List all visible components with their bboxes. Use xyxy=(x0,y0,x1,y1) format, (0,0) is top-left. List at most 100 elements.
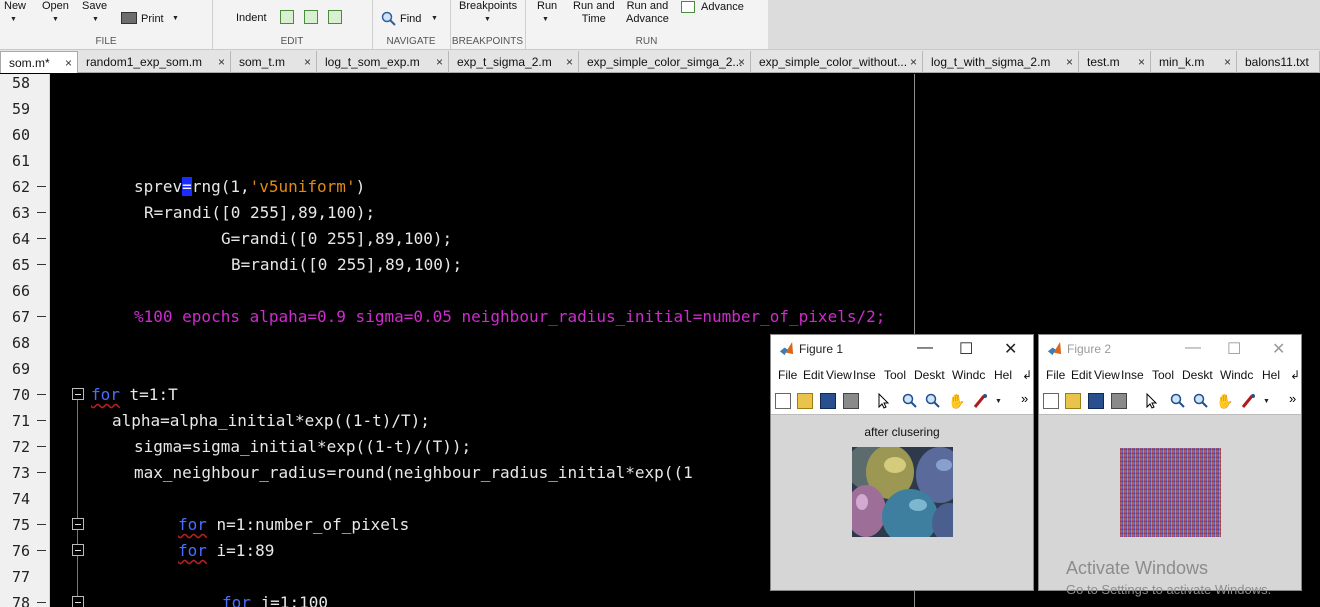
code-line-75[interactable]: for n=1:number_of_pixels xyxy=(178,515,409,534)
fold-toggle-icon[interactable] xyxy=(72,544,84,556)
new-button[interactable]: New xyxy=(4,0,26,13)
minimize-icon[interactable]: — xyxy=(917,339,933,357)
zoom-out-icon[interactable] xyxy=(925,393,941,409)
figure-2-window[interactable]: Figure 2 — ☐ ✕ File Edit View Inse Tool … xyxy=(1038,334,1302,591)
print-button[interactable]: Print xyxy=(141,13,164,26)
close-icon[interactable]: × xyxy=(910,51,917,73)
breakpoint-marker[interactable] xyxy=(37,316,46,317)
smart-indent-icon[interactable] xyxy=(280,10,294,24)
open-file-icon[interactable] xyxy=(797,393,813,409)
dropdown-arrow-icon[interactable]: ▼ xyxy=(1263,398,1270,405)
new-figure-icon[interactable] xyxy=(775,393,791,409)
close-icon[interactable]: × xyxy=(436,51,443,73)
open-button[interactable]: Open xyxy=(42,0,69,13)
menu-desktop[interactable]: Deskt xyxy=(1182,368,1213,382)
breakpoint-marker[interactable] xyxy=(37,186,46,187)
tab-som-t[interactable]: som_t.m × xyxy=(231,51,317,73)
toolbar-overflow-icon[interactable]: » xyxy=(1021,391,1028,406)
tab-som-m[interactable]: som.m* × xyxy=(0,51,78,73)
open-dropdown-icon[interactable]: ▼ xyxy=(52,16,59,23)
code-line-62[interactable]: sprev=rng(1,'v5uniform') xyxy=(134,177,365,196)
new-figure-icon[interactable] xyxy=(1043,393,1059,409)
run-dropdown-icon[interactable]: ▼ xyxy=(542,16,549,23)
code-line-70[interactable]: for t=1:T xyxy=(91,385,178,404)
breakpoint-marker[interactable] xyxy=(37,472,46,473)
pointer-icon[interactable] xyxy=(875,393,891,409)
minimize-icon[interactable]: — xyxy=(1185,339,1201,357)
print-dropdown-icon[interactable]: ▼ xyxy=(172,15,179,22)
close-icon[interactable]: × xyxy=(1066,51,1073,73)
code-line-64[interactable]: G=randi([0 255],89,100); xyxy=(221,229,452,248)
tab-exp-simple-color-without[interactable]: exp_simple_color_without... × xyxy=(751,51,923,73)
open-file-icon[interactable] xyxy=(1065,393,1081,409)
code-line-78[interactable]: for j=1:100 xyxy=(222,593,328,607)
indent-less-icon[interactable] xyxy=(328,10,342,24)
menu-window[interactable]: Windc xyxy=(1220,368,1253,382)
code-line-71[interactable]: alpha=alpha_initial*exp((1-t)/T); xyxy=(112,411,430,430)
close-icon[interactable]: × xyxy=(1138,51,1145,73)
tab-test-m[interactable]: test.m × xyxy=(1079,51,1151,73)
menu-file[interactable]: File xyxy=(778,368,797,382)
close-icon[interactable]: × xyxy=(304,51,311,73)
menu-edit[interactable]: Edit xyxy=(1071,368,1092,382)
run-and-advance-button[interactable]: Run and Advance xyxy=(626,0,669,26)
dropdown-arrow-icon[interactable]: ▼ xyxy=(995,398,1002,405)
breakpoint-marker[interactable] xyxy=(37,602,46,603)
menu-view[interactable]: View xyxy=(826,368,852,382)
close-icon[interactable]: × xyxy=(1224,51,1231,73)
tab-min-k-m[interactable]: min_k.m × xyxy=(1151,51,1237,73)
figure-1-titlebar[interactable]: Figure 1 — ☐ ✕ xyxy=(771,335,1033,363)
pointer-icon[interactable] xyxy=(1143,393,1159,409)
toolbar-overflow-icon[interactable]: » xyxy=(1289,391,1296,406)
find-dropdown-icon[interactable]: ▼ xyxy=(431,15,438,22)
breakpoint-marker[interactable] xyxy=(37,420,46,421)
close-icon[interactable]: ✕ xyxy=(1004,339,1017,359)
fold-toggle-icon[interactable] xyxy=(72,596,84,607)
fold-toggle-icon[interactable] xyxy=(72,518,84,530)
breakpoint-marker[interactable] xyxy=(37,524,46,525)
save-dropdown-icon[interactable]: ▼ xyxy=(92,16,99,23)
indent-more-icon[interactable] xyxy=(304,10,318,24)
save-button[interactable]: Save xyxy=(82,0,107,13)
menu-overflow-icon[interactable]: ↲ xyxy=(1290,368,1300,382)
tab-balons11-txt[interactable]: balons11.txt xyxy=(1237,51,1320,73)
close-icon[interactable]: × xyxy=(65,52,72,73)
indent-button[interactable]: Indent xyxy=(236,12,267,25)
menu-window[interactable]: Windc xyxy=(952,368,985,382)
figure-1-window[interactable]: Figure 1 — ☐ ✕ File Edit View Inse Tool … xyxy=(770,334,1034,591)
zoom-in-icon[interactable] xyxy=(1170,393,1186,409)
pan-icon[interactable]: ✋ xyxy=(948,393,965,409)
menu-insert[interactable]: Inse xyxy=(853,368,876,382)
breakpoint-marker[interactable] xyxy=(37,238,46,239)
close-icon[interactable]: × xyxy=(738,51,745,73)
run-and-time-button[interactable]: Run and Time xyxy=(573,0,615,26)
save-icon[interactable] xyxy=(820,393,836,409)
close-icon[interactable]: × xyxy=(566,51,573,73)
tab-log-t-with-sigma-2[interactable]: log_t_with_sigma_2.m × xyxy=(923,51,1079,73)
zoom-in-icon[interactable] xyxy=(902,393,918,409)
menu-overflow-icon[interactable]: ↲ xyxy=(1022,368,1032,382)
maximize-icon[interactable]: ☐ xyxy=(1227,339,1241,359)
data-cursor-icon[interactable] xyxy=(1240,393,1256,409)
breakpoints-dropdown-icon[interactable]: ▼ xyxy=(484,16,491,23)
tab-random1-exp-som[interactable]: random1_exp_som.m × xyxy=(78,51,231,73)
close-icon[interactable]: × xyxy=(218,51,225,73)
zoom-out-icon[interactable] xyxy=(1193,393,1209,409)
menu-file[interactable]: File xyxy=(1046,368,1065,382)
code-line-63[interactable]: R=randi([0 255],89,100); xyxy=(144,203,375,222)
tab-exp-simple-color-simga[interactable]: exp_simple_color_simga_2... × xyxy=(579,51,751,73)
print-icon[interactable] xyxy=(1111,393,1127,409)
print-icon[interactable] xyxy=(843,393,859,409)
breakpoint-marker[interactable] xyxy=(37,264,46,265)
code-line-72[interactable]: sigma=sigma_initial*exp((1-t)/(T)); xyxy=(134,437,471,456)
breakpoint-marker[interactable] xyxy=(37,212,46,213)
close-icon[interactable]: ✕ xyxy=(1272,339,1285,359)
code-line-76[interactable]: for i=1:89 xyxy=(178,541,274,560)
menu-tools[interactable]: Tool xyxy=(1152,368,1174,382)
advance-button[interactable]: Advance xyxy=(701,1,744,14)
pan-icon[interactable]: ✋ xyxy=(1216,393,1233,409)
menu-view[interactable]: View xyxy=(1094,368,1120,382)
data-cursor-icon[interactable] xyxy=(972,393,988,409)
menu-edit[interactable]: Edit xyxy=(803,368,824,382)
breakpoint-marker[interactable] xyxy=(37,446,46,447)
